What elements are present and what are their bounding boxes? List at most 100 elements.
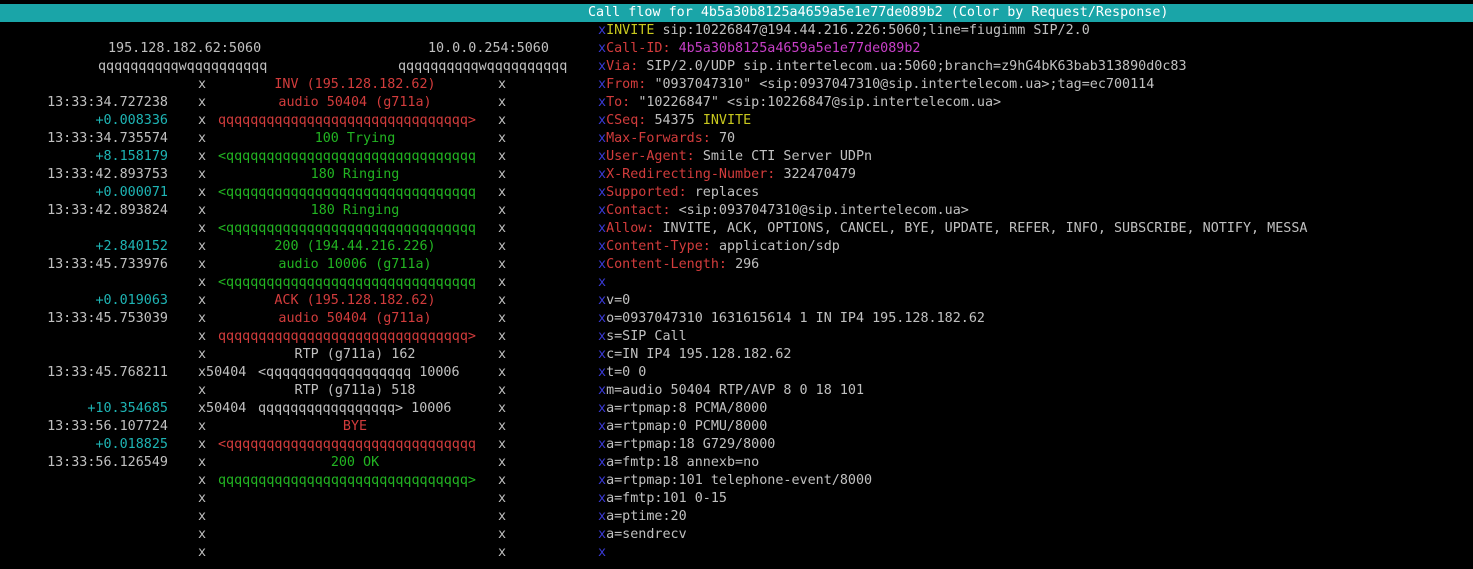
pane-border: x: [598, 419, 607, 434]
flow-arrow: qqqqqqqqqqqqqqqqq> 10006: [258, 401, 452, 416]
message-line: xm=audio 50404 RTP/AVP 8 0 18 101: [598, 382, 1473, 400]
message-segment: Supported:: [606, 185, 695, 200]
flow-row[interactable]: 13:33:45.768211 x50404 <qqqqqqqqqqqqqqqqqq…: [0, 364, 595, 382]
flow-row[interactable]: xx: [0, 544, 595, 562]
message-line: xa=fmtp:101 0-15: [598, 490, 1473, 508]
flow-row[interactable]: +0.019063 x ACK (195.128.182.62) x: [0, 292, 595, 310]
window-title: Call flow for 4b5a30b8125a4659a5e1e77de0…: [588, 5, 1169, 20]
right-lifeline: x: [498, 275, 507, 290]
left-lifeline: x: [198, 203, 207, 218]
message-segment: a=fmtp:18 annexb=no: [606, 455, 760, 470]
message-segment: Max-Forwards:: [606, 131, 719, 146]
flow-row[interactable]: x RTP (g711a) 518 x: [0, 382, 595, 400]
left-lifeline: x: [198, 95, 207, 110]
message-segment: 322470479: [783, 167, 856, 182]
right-lifeline: x: [498, 95, 507, 110]
flow-message-label: audio 50404 (g711a): [278, 311, 432, 326]
flow-row[interactable]: +0.000071 x <qqqqqqqqqqqqqqqqqqqqqqqqqqqqq…: [0, 184, 595, 202]
flow-row[interactable]: xx: [0, 526, 595, 544]
pane-border: x: [598, 221, 607, 236]
flow-delta: +0.000071: [95, 185, 168, 200]
flow-arrow: <qqqqqqqqqqqqqqqqqq 10006: [258, 365, 460, 380]
flow-row[interactable]: x qqqqqqqqqqqqqqqqqqqqqqqqqqqqqqq> x: [0, 472, 595, 490]
pane-border: x: [598, 347, 607, 362]
pane-border: x: [598, 275, 607, 290]
right-lifeline: x: [498, 113, 507, 128]
message-line: xv=0: [598, 292, 1473, 310]
flow-row[interactable]: 13:33:56.107724 x BYE x: [0, 418, 595, 436]
right-lifeline: x: [498, 239, 507, 254]
message-segment: 70: [718, 131, 736, 146]
right-lifeline: x: [498, 329, 507, 344]
flow-row[interactable]: x <qqqqqqqqqqqqqqqqqqqqqqqqqqqqqqq x: [0, 274, 595, 292]
right-lifeline: x: [498, 455, 507, 470]
message-segment: INVITE: [702, 113, 752, 128]
message-segment: a=rtpmap:8 PCMA/8000: [606, 401, 768, 416]
flow-row[interactable]: +0.018825 x <qqqqqqqqqqqqqqqqqqqqqqqqqqqqq…: [0, 436, 595, 454]
left-lifeline: x: [198, 257, 207, 272]
flow-row[interactable]: 13:33:34.735574 x 100 Trying x: [0, 130, 595, 148]
flow-timestamp: 13:33:34.727238: [47, 95, 168, 110]
message-line: xVia: SIP/2.0/UDP sip.intertelecom.ua:50…: [598, 58, 1473, 76]
right-host-line: qqqqqqqqqqwqqqqqqqqqq: [398, 59, 568, 74]
left-lifeline: x: [198, 293, 207, 308]
message-line: xX-Redirecting-Number: 322470479: [598, 166, 1473, 184]
message-line: xContact: <sip:0937047310@sip.intertelec…: [598, 202, 1473, 220]
flow-row[interactable]: x qqqqqqqqqqqqqqqqqqqqqqqqqqqqqqq> x: [0, 328, 595, 346]
hosts-header: 195.128.182.62:5060 10.0.0.254:5060: [0, 40, 549, 58]
flow-delta: +0.019063: [95, 293, 168, 308]
message-segment: CSeq:: [606, 113, 655, 128]
left-lifeline: x: [198, 77, 207, 92]
right-lifeline: x: [498, 311, 507, 326]
flow-row[interactable]: x INV (195.128.182.62) x: [0, 76, 595, 94]
pane-border: x: [598, 293, 607, 308]
flow-row[interactable]: +2.840152 x 200 (194.44.216.226) x: [0, 238, 595, 256]
flow-row[interactable]: x RTP (g711a) 162 x: [0, 346, 595, 364]
message-line: xs=SIP Call: [598, 328, 1473, 346]
message-line: xa=sendrecv: [598, 526, 1473, 544]
pane-border: x: [598, 473, 607, 488]
left-lifeline: x: [198, 383, 207, 398]
message-segment: X-Redirecting-Number:: [606, 167, 784, 182]
flow-row[interactable]: xx: [0, 490, 595, 508]
pane-border: x: [598, 257, 607, 272]
message-line: xo=0937047310 1631615614 1 IN IP4 195.12…: [598, 310, 1473, 328]
message-segment: m=audio 50404 RTP/AVP 8 0 18 101: [606, 383, 865, 398]
right-lifeline: x: [498, 437, 507, 452]
flow-timestamp: 13:33:45.753039: [47, 311, 168, 326]
flow-row[interactable]: 13:33:42.893824 x 180 Ringing x: [0, 202, 595, 220]
left-lifeline: x: [198, 527, 207, 542]
flow-row[interactable]: x <qqqqqqqqqqqqqqqqqqqqqqqqqqqqqqq x: [0, 220, 595, 238]
flow-row[interactable]: +0.008336 x qqqqqqqqqqqqqqqqqqqqqqqqqqqqqq…: [0, 112, 595, 130]
flow-timestamp: 13:33:56.107724: [47, 419, 168, 434]
left-host-line: qqqqqqqqqqwqqqqqqqqqq: [98, 59, 268, 74]
left-lifeline: x: [198, 149, 207, 164]
flow-row[interactable]: +10.354685 x50404 qqqqqqqqqqqqqqqqq> 10006…: [0, 400, 595, 418]
flow-row[interactable]: xx: [0, 508, 595, 526]
flow-arrow: qqqqqqqqqqqqqqqqqqqqqqqqqqqqqqq>: [218, 473, 476, 488]
flow-row[interactable]: 13:33:34.727238 x audio 50404 (g711a) x: [0, 94, 595, 112]
flow-row[interactable]: 13:33:45.753039 x audio 50404 (g711a) x: [0, 310, 595, 328]
message-segment: a=sendrecv: [606, 527, 687, 542]
right-lifeline: x: [498, 149, 507, 164]
pane-border: x: [598, 383, 607, 398]
flow-message-label: 200 (194.44.216.226): [274, 239, 436, 254]
left-lifeline: x: [198, 275, 207, 290]
flow-row[interactable]: 13:33:45.733976 x audio 10006 (g711a) x: [0, 256, 595, 274]
flow-row[interactable]: 13:33:42.893753 x 180 Ringing x: [0, 166, 595, 184]
message-line: xa=rtpmap:8 PCMA/8000: [598, 400, 1473, 418]
message-line: xt=0 0: [598, 364, 1473, 382]
flow-delta: +8.158179: [95, 149, 168, 164]
flow-timestamp: 13:33:45.733976: [47, 257, 168, 272]
flow-timestamp: 13:33:42.893753: [47, 167, 168, 182]
message-segment: Content-Length:: [606, 257, 736, 272]
message-line: xMax-Forwards: 70: [598, 130, 1473, 148]
flow-row[interactable]: +8.158179 x <qqqqqqqqqqqqqqqqqqqqqqqqqqqqq…: [0, 148, 595, 166]
flow-row[interactable]: 13:33:56.126549 x 200 OK x: [0, 454, 595, 472]
left-lifeline: x: [198, 311, 207, 326]
left-lifeline: x: [198, 491, 207, 506]
message-line: xTo: "10226847" <sip:10226847@sip.intert…: [598, 94, 1473, 112]
message-segment: c=IN IP4 195.128.182.62: [606, 347, 792, 362]
message-line: xContent-Type: application/sdp: [598, 238, 1473, 256]
right-lifeline: x: [498, 545, 507, 560]
